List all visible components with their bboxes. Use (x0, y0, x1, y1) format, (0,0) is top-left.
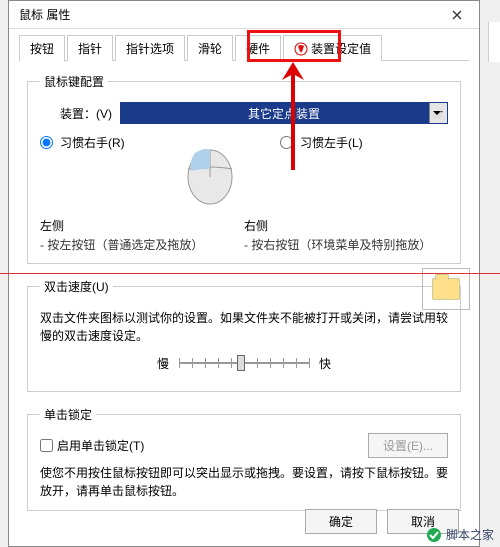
dblclick-legend: 双击速度(U) (40, 278, 113, 295)
watermark-text: 脚本之家 (446, 526, 494, 543)
double-click-speed-group: 双击速度(U) 双击文件夹图标以测试你的设置。如果文件夹不能被打开或关闭，请尝试… (27, 278, 461, 392)
chevron-down-icon (429, 103, 447, 123)
tab-wheel[interactable]: 滑轮 (187, 35, 233, 61)
right-side-desc: - 按右按钮（环境菜单及特别拖放） (244, 236, 448, 253)
titlebar: 鼠标 属性 (9, 1, 479, 29)
mouse-properties-dialog: 鼠标 属性 按钮 指针 指针选项 滑轮 硬件 装置设定值 鼠标键配置 装置：(V… (8, 0, 480, 547)
right-handed-radio-input[interactable] (40, 136, 53, 149)
double-click-test-area[interactable] (422, 268, 470, 310)
tab-pointer[interactable]: 指针 (67, 35, 113, 61)
device-select-value: 其它定点装置 (248, 105, 320, 122)
ok-button[interactable]: 确定 (305, 509, 377, 534)
right-handed-radio[interactable]: 习惯右手(R) (40, 134, 160, 151)
device-select[interactable]: 其它定点装置 (120, 102, 448, 124)
slider-thumb[interactable] (237, 355, 245, 371)
click-lock-desc: 使您不用按住鼠标按钮即可以突出显示或拖拽。要设置，请按下鼠标按钮。要放开，请再单… (40, 464, 448, 500)
left-handed-label: 习惯左手(L) (300, 134, 363, 151)
left-handed-radio[interactable]: 习惯左手(L) (280, 134, 400, 151)
mouse-button-config-group: 鼠标键配置 装置：(V) 其它定点装置 习惯右手(R) (27, 73, 461, 264)
double-click-speed-slider[interactable] (179, 353, 309, 373)
clicklock-legend: 单击锁定 (40, 406, 96, 423)
tab-device-settings[interactable]: 装置设定值 (283, 35, 382, 61)
click-lock-label: 启用单击锁定(T) (57, 437, 144, 454)
tab-pointer-options[interactable]: 指针选项 (115, 35, 185, 61)
config-legend: 鼠标键配置 (40, 73, 108, 90)
device-label: 装置：(V) (60, 105, 112, 122)
tab-buttons[interactable]: 按钮 (19, 35, 65, 62)
right-handed-label: 习惯右手(R) (60, 134, 125, 151)
window-title: 鼠标 属性 (19, 6, 70, 23)
close-button[interactable] (435, 1, 479, 29)
tab-content: 鼠标键配置 装置：(V) 其它定点装置 习惯右手(R) (9, 61, 479, 537)
dblclick-desc: 双击文件夹图标以测试你的设置。如果文件夹不能被打开或关闭，请尝试用较慢的双击速度… (40, 309, 448, 345)
tab-device-settings-label: 装置设定值 (311, 40, 371, 57)
left-side-desc: - 按左按钮（普通选定及拖放） (40, 236, 244, 253)
background-window-slice (488, 22, 500, 62)
left-handed-radio-input[interactable] (280, 136, 293, 149)
click-lock-group: 单击锁定 启用单击锁定(T) 设置(E)... 使您不用按住鼠标按钮即可以突出显… (27, 406, 461, 511)
mouse-icon (175, 137, 245, 207)
left-side-title: 左侧 (40, 217, 244, 234)
tab-bar: 按钮 指针 指针选项 滑轮 硬件 装置设定值 (9, 29, 479, 61)
device-tab-icon (294, 42, 308, 56)
enable-click-lock-checkbox[interactable]: 启用单击锁定(T) (40, 437, 144, 454)
click-lock-checkbox-input[interactable] (40, 439, 53, 452)
watermark: 脚本之家 (426, 526, 494, 543)
mouse-preview-image (160, 134, 260, 209)
speed-slow-label: 慢 (157, 355, 169, 372)
close-icon (452, 10, 462, 20)
folder-icon (432, 278, 460, 300)
right-side-title: 右侧 (244, 217, 448, 234)
click-lock-settings-button: 设置(E)... (368, 433, 448, 458)
speed-fast-label: 快 (319, 355, 331, 372)
tab-hardware[interactable]: 硬件 (235, 35, 281, 61)
watermark-icon (426, 527, 442, 543)
